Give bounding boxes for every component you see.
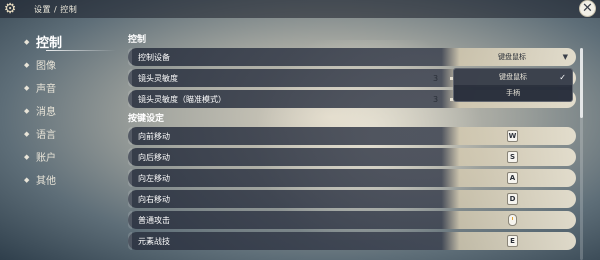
row-label: 元素战技 [138, 236, 170, 246]
sidebar-item-label: 控制 [36, 36, 63, 51]
keycap[interactable]: D [507, 193, 518, 205]
diamond-icon: ◆ [24, 106, 30, 115]
sidebar-item-audio[interactable]: ◆ 声音 [24, 76, 114, 99]
keybind-row[interactable]: 向前移动 W [128, 127, 576, 145]
row-label: 控制设备 [138, 52, 170, 62]
keycap[interactable]: E [507, 235, 518, 247]
row-accent [128, 169, 132, 187]
row-accent [128, 190, 132, 208]
mouse-left-icon[interactable] [508, 214, 517, 226]
diamond-icon: ◆ [24, 60, 30, 69]
diamond-icon: ◆ [24, 37, 30, 46]
dropdown-option-controller[interactable]: 手柄 [454, 85, 572, 101]
close-button[interactable]: ✕ [579, 0, 596, 17]
keycap[interactable]: S [507, 151, 518, 163]
sidebar-item-label: 其他 [36, 176, 56, 187]
row-label: 镜头灵敏度（瞄准模式） [138, 94, 226, 104]
row-accent [128, 232, 132, 250]
sidebar-item-label: 声音 [36, 84, 56, 95]
row-accent [128, 48, 132, 66]
diamond-icon: ◆ [24, 129, 30, 138]
sidebar-item-language[interactable]: ◆ 语言 [24, 122, 114, 145]
dropdown-option-keyboard-mouse[interactable]: 键盘鼠标 ✓ [454, 69, 572, 85]
diamond-icon: ◆ [24, 152, 30, 161]
diamond-icon: ◆ [24, 175, 30, 184]
row-accent [128, 148, 132, 166]
keybind-row[interactable]: 向后移动 S [128, 148, 576, 166]
section-title-keybind: 按键设定 [128, 114, 165, 124]
sidebar-item-label: 语言 [36, 130, 56, 141]
row-label: 普通攻击 [138, 215, 170, 225]
breadcrumb: 设置 / 控制 [34, 4, 78, 14]
diamond-icon: ◆ [24, 83, 30, 92]
row-label: 向左移动 [138, 173, 170, 183]
option-label: 键盘鼠标 [499, 73, 527, 81]
sidebar-item-other[interactable]: ◆ 其他 [24, 168, 114, 191]
keycap[interactable]: W [507, 130, 518, 142]
sidebar-item-label: 账户 [36, 153, 56, 164]
scrollbar[interactable] [580, 48, 583, 260]
sidebar: ◆ 控制 ◆ 图像 ◆ 声音 ◆ 消息 ◆ 语言 ◆ 账户 ◆ 其他 [24, 30, 116, 191]
row-accent [128, 69, 132, 87]
aim-sensitivity-value: 3 [433, 94, 439, 104]
keybind-row[interactable]: 向左移动 A [128, 169, 576, 187]
control-device-row[interactable]: 控制设备 键盘鼠标 ▼ [128, 48, 576, 66]
scrollbar-thumb[interactable] [580, 48, 583, 118]
row-label: 向后移动 [138, 152, 170, 162]
control-device-dropdown-menu: 键盘鼠标 ✓ 手柄 [453, 68, 573, 102]
row-label: 向前移动 [138, 131, 170, 141]
keybind-row[interactable]: 普通攻击 [128, 211, 576, 229]
row-accent [128, 211, 132, 229]
sidebar-item-label: 图像 [36, 61, 56, 72]
sidebar-item-control[interactable]: ◆ 控制 [24, 30, 116, 53]
row-accent [128, 127, 132, 145]
active-underline [46, 50, 116, 51]
keycap[interactable]: A [507, 172, 518, 184]
section-title-control: 控制 [128, 35, 147, 45]
row-label: 镜头灵敏度 [138, 73, 178, 83]
check-icon: ✓ [559, 72, 566, 82]
close-icon: ✕ [582, 1, 593, 16]
row-label: 向右移动 [138, 194, 170, 204]
control-device-value: 键盘鼠标 [498, 53, 526, 61]
option-label: 手柄 [506, 89, 520, 97]
sidebar-item-account[interactable]: ◆ 账户 [24, 145, 114, 168]
row-accent [128, 90, 132, 108]
top-bar: ⚙ 设置 / 控制 [0, 0, 600, 18]
keybind-row[interactable]: 元素战技 E [128, 232, 576, 250]
sidebar-item-label: 消息 [36, 107, 56, 118]
chevron-down-icon: ▼ [562, 53, 568, 61]
sidebar-item-messages[interactable]: ◆ 消息 [24, 99, 114, 122]
keybind-row[interactable]: 向右移动 D [128, 190, 576, 208]
sidebar-item-graphics[interactable]: ◆ 图像 [24, 53, 114, 76]
gear-icon: ⚙ [3, 1, 17, 17]
camera-sensitivity-value: 3 [433, 73, 439, 83]
settings-panel: 控制 控制设备 键盘鼠标 ▼ 镜头灵敏度 3 镜头灵敏度（瞄准模式） 3 按键设… [128, 32, 576, 253]
